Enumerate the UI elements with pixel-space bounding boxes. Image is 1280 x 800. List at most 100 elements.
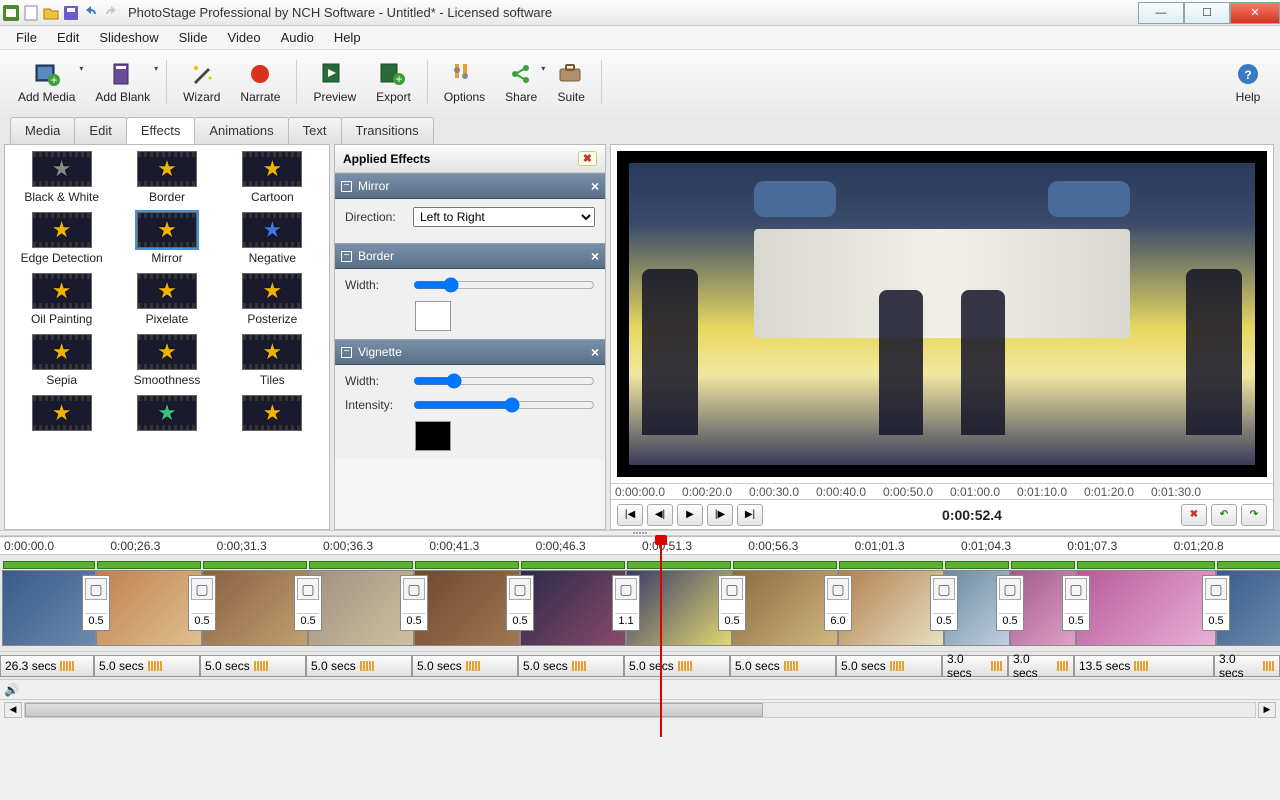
effect-item-pixelate[interactable]: ★Pixelate bbox=[114, 273, 219, 326]
menu-slide[interactable]: Slide bbox=[169, 27, 218, 48]
tab-transitions[interactable]: Transitions bbox=[341, 117, 434, 144]
transition-marker[interactable]: ▢0.5 bbox=[718, 575, 746, 631]
scroll-left-button[interactable]: ◀ bbox=[4, 702, 22, 718]
remove-border-icon[interactable]: × bbox=[591, 248, 599, 264]
mirror-direction-select[interactable]: Left to Right bbox=[413, 207, 595, 227]
section-border-header[interactable]: −Border× bbox=[335, 243, 605, 269]
narration-track[interactable]: 🔊 bbox=[0, 679, 1280, 699]
prev-frame-button[interactable]: ◀| bbox=[647, 504, 673, 526]
transition-marker[interactable]: ▢0.5 bbox=[294, 575, 322, 631]
playhead[interactable] bbox=[660, 537, 662, 737]
menu-help[interactable]: Help bbox=[324, 27, 371, 48]
transition-marker[interactable]: ▢0.5 bbox=[996, 575, 1024, 631]
transition-marker[interactable]: ▢0.5 bbox=[82, 575, 110, 631]
preview-ruler[interactable]: 0:00:00.00:00:20.00:00:30.00:00:40.00:00… bbox=[611, 483, 1273, 499]
suite-button[interactable]: Suite bbox=[547, 56, 595, 108]
scroll-thumb[interactable] bbox=[25, 703, 763, 717]
audio-block[interactable]: 5.0 secs bbox=[836, 655, 942, 677]
share-button[interactable]: ▾Share bbox=[495, 56, 547, 108]
audio-block[interactable]: 5.0 secs bbox=[94, 655, 200, 677]
effect-item-more[interactable]: ★ bbox=[220, 395, 325, 431]
transition-marker[interactable]: ▢0.5 bbox=[506, 575, 534, 631]
effect-item-border[interactable]: ★Border bbox=[114, 151, 219, 204]
preview-loop-a-button[interactable]: ↶ bbox=[1211, 504, 1237, 526]
timeline-clip[interactable] bbox=[202, 570, 308, 646]
narrate-button[interactable]: Narrate bbox=[230, 56, 290, 108]
effect-item-cartoon[interactable]: ★Cartoon bbox=[220, 151, 325, 204]
save-icon[interactable] bbox=[62, 4, 80, 22]
new-icon[interactable] bbox=[22, 4, 40, 22]
menu-slideshow[interactable]: Slideshow bbox=[89, 27, 168, 48]
effect-item-mirror[interactable]: ★Mirror bbox=[114, 212, 219, 265]
tab-animations[interactable]: Animations bbox=[194, 117, 288, 144]
effect-item-tiles[interactable]: ★Tiles bbox=[220, 334, 325, 387]
timeline-clip[interactable] bbox=[626, 570, 732, 646]
menu-audio[interactable]: Audio bbox=[271, 27, 324, 48]
next-frame-button[interactable]: |▶ bbox=[707, 504, 733, 526]
audio-block[interactable]: 5.0 secs bbox=[306, 655, 412, 677]
play-button[interactable]: ▶ bbox=[677, 504, 703, 526]
audio-block[interactable]: 5.0 secs bbox=[518, 655, 624, 677]
audio-track[interactable]: 26.3 secs5.0 secs5.0 secs5.0 secs5.0 sec… bbox=[0, 651, 1280, 679]
timeline-clip[interactable] bbox=[520, 570, 626, 646]
preview-delete-button[interactable]: ✖ bbox=[1181, 504, 1207, 526]
add-media-button[interactable]: ▾+Add Media bbox=[8, 56, 85, 108]
tab-media[interactable]: Media bbox=[10, 117, 75, 144]
transition-marker[interactable]: ▢0.5 bbox=[188, 575, 216, 631]
border-width-slider[interactable] bbox=[413, 277, 595, 293]
timeline-scrollbar[interactable]: ◀ ▶ bbox=[0, 699, 1280, 719]
border-color-swatch[interactable] bbox=[415, 301, 451, 331]
audio-block[interactable]: 26.3 secs bbox=[0, 655, 94, 677]
section-mirror-header[interactable]: −Mirror× bbox=[335, 173, 605, 199]
goto-start-button[interactable]: |◀ bbox=[617, 504, 643, 526]
effect-item-sepia[interactable]: ★Sepia bbox=[9, 334, 114, 387]
audio-block[interactable]: 5.0 secs bbox=[730, 655, 836, 677]
menu-video[interactable]: Video bbox=[218, 27, 271, 48]
preview-loop-b-button[interactable]: ↷ bbox=[1241, 504, 1267, 526]
clip-track[interactable]: ▢0.5 ▢0.5 ▢0.5 ▢0.5 ▢0.5 ▢1.1 ▢0.5 ▢6.0 ▢0.5 ▢0.5… bbox=[0, 555, 1280, 651]
remove-mirror-icon[interactable]: × bbox=[591, 178, 599, 194]
transition-marker[interactable]: ▢1.1 bbox=[612, 575, 640, 631]
effect-item-black-white[interactable]: ★Black & White bbox=[9, 151, 114, 204]
export-button[interactable]: +Export bbox=[366, 56, 421, 108]
add-blank-button[interactable]: ▾Add Blank bbox=[85, 56, 160, 108]
effect-item-oil-painting[interactable]: ★Oil Painting bbox=[9, 273, 114, 326]
tab-effects[interactable]: Effects bbox=[126, 117, 196, 144]
applied-close-icon[interactable]: ✖ bbox=[578, 151, 597, 166]
timeline-ruler[interactable]: 0:00:00.00:00;26.30:00;31.30:00;36.30:00… bbox=[0, 537, 1280, 555]
vignette-width-slider[interactable] bbox=[413, 373, 595, 389]
audio-block[interactable]: 3.0 secs bbox=[1214, 655, 1280, 677]
maximize-button[interactable]: ☐ bbox=[1184, 2, 1230, 24]
section-vignette-header[interactable]: −Vignette× bbox=[335, 339, 605, 365]
vignette-color-swatch[interactable] bbox=[415, 421, 451, 451]
timeline-clip[interactable] bbox=[838, 570, 944, 646]
preview-button[interactable]: Preview bbox=[303, 56, 366, 108]
transition-marker[interactable]: ▢0.5 bbox=[400, 575, 428, 631]
options-button[interactable]: Options bbox=[434, 56, 495, 108]
transition-marker[interactable]: ▢0.5 bbox=[1202, 575, 1230, 631]
audio-block[interactable]: 5.0 secs bbox=[624, 655, 730, 677]
redo-icon[interactable] bbox=[102, 4, 120, 22]
effect-item-smoothness[interactable]: ★Smoothness bbox=[114, 334, 219, 387]
open-icon[interactable] bbox=[42, 4, 60, 22]
effect-item-more[interactable]: ★ bbox=[9, 395, 114, 431]
transition-marker[interactable]: ▢6.0 bbox=[824, 575, 852, 631]
goto-end-button[interactable]: ▶| bbox=[737, 504, 763, 526]
timeline-clip[interactable] bbox=[1076, 570, 1216, 646]
timeline-clip[interactable] bbox=[414, 570, 520, 646]
effect-item-posterize[interactable]: ★Posterize bbox=[220, 273, 325, 326]
effect-item-more[interactable]: ★ bbox=[114, 395, 219, 431]
remove-vignette-icon[interactable]: × bbox=[591, 344, 599, 360]
help-button[interactable]: ?Help bbox=[1224, 56, 1272, 108]
menu-edit[interactable]: Edit bbox=[47, 27, 89, 48]
transition-marker[interactable]: ▢0.5 bbox=[930, 575, 958, 631]
tab-text[interactable]: Text bbox=[288, 117, 342, 144]
effect-item-negative[interactable]: ★Negative bbox=[220, 212, 325, 265]
timeline-clip[interactable] bbox=[732, 570, 838, 646]
audio-block[interactable]: 3.0 secs bbox=[1008, 655, 1074, 677]
audio-block[interactable]: 5.0 secs bbox=[200, 655, 306, 677]
menu-file[interactable]: File bbox=[6, 27, 47, 48]
close-button[interactable]: ✕ bbox=[1230, 2, 1280, 24]
audio-block[interactable]: 5.0 secs bbox=[412, 655, 518, 677]
minimize-button[interactable]: — bbox=[1138, 2, 1184, 24]
